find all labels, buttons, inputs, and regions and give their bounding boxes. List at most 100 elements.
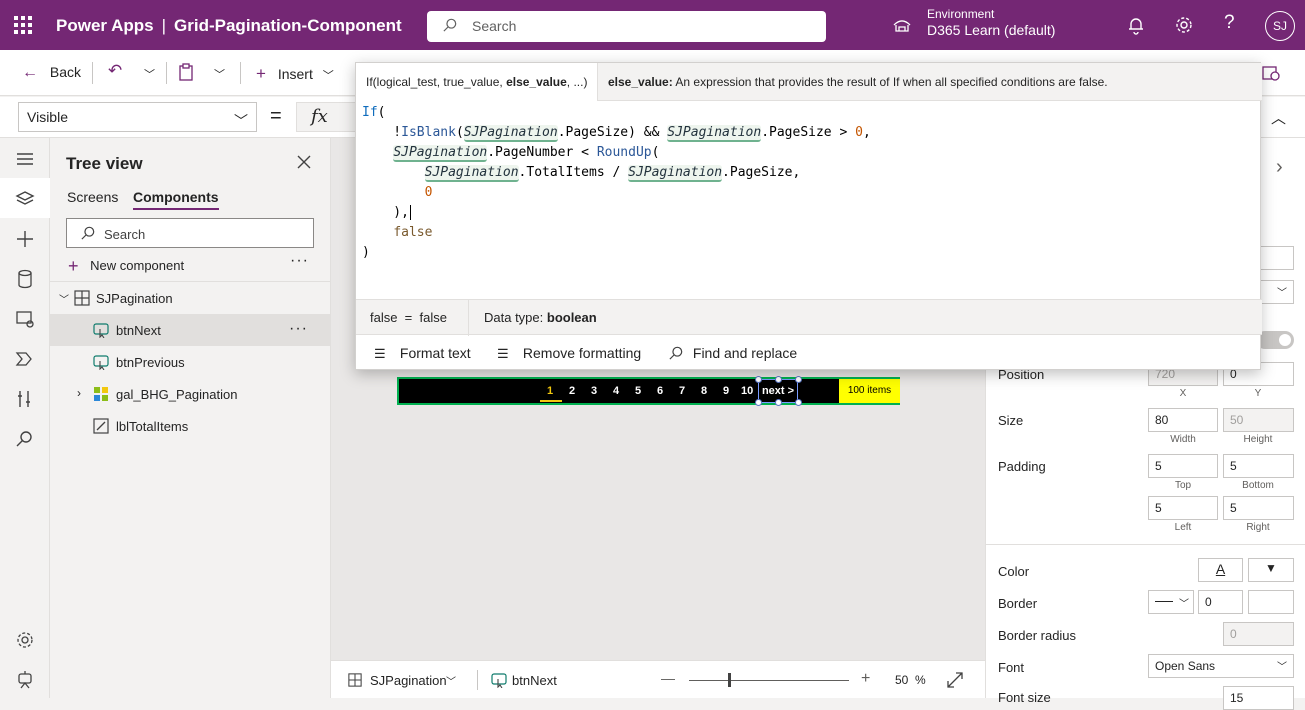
tree-item-btnnext[interactable]: btnNext ···	[50, 314, 331, 346]
text-color-button[interactable]: A	[1198, 558, 1243, 582]
page-number[interactable]: 2	[569, 385, 575, 397]
page-number[interactable]: 3	[591, 385, 597, 397]
function-signature[interactable]: If(logical_test, true_value, else_value,…	[356, 63, 598, 101]
tree-item-gal-bhg-pagination[interactable]: › gal_BHG_Pagination	[50, 378, 331, 410]
tree-search-input[interactable]: Search	[66, 218, 314, 248]
format-lines-icon: ☰	[374, 346, 386, 361]
property-dropdown[interactable]: Visible ﹀	[18, 102, 257, 132]
tree-view-layers-icon[interactable]	[14, 188, 36, 210]
screen-selector[interactable]: SJPagination	[370, 673, 447, 688]
tree-item-lbltotalitems[interactable]: lblTotalItems	[50, 410, 331, 442]
more-options-icon[interactable]: ···	[289, 320, 308, 338]
padding-bottom-input[interactable]: 5	[1223, 454, 1294, 478]
help-icon[interactable]: ?	[1224, 12, 1235, 34]
fill-color-button[interactable]: ▼	[1248, 558, 1294, 582]
border-label: Border	[998, 596, 1038, 611]
resize-handle[interactable]	[775, 399, 782, 406]
border-radius-input[interactable]: 0	[1223, 622, 1294, 646]
formula-code-editor[interactable]: If( !IsBlank(SJPagination.PageSize) && S…	[362, 103, 871, 263]
data-type-label: Data type:	[484, 310, 547, 325]
tree-item-btnprevious[interactable]: btnPrevious	[50, 346, 331, 378]
page-number[interactable]: 9	[723, 385, 729, 397]
border-width-input[interactable]: 0	[1198, 590, 1243, 614]
app-launcher-icon[interactable]	[12, 14, 34, 36]
padding-right-input[interactable]: 5	[1223, 496, 1294, 520]
zoom-in-button[interactable]: +	[861, 670, 870, 688]
zoom-out-button[interactable]: —	[661, 670, 675, 686]
page-number[interactable]: 6	[657, 385, 663, 397]
new-component-button[interactable]: + New component	[68, 256, 184, 277]
chevron-right-icon: ›	[77, 386, 81, 400]
width-input[interactable]: 80	[1148, 408, 1218, 432]
signature-active-param: else_value	[506, 75, 567, 89]
chevron-down-icon[interactable]: ﹀	[446, 673, 456, 688]
tree-search-placeholder: Search	[104, 227, 146, 242]
equals-sign: =	[270, 105, 282, 127]
insert-plus-icon[interactable]	[14, 228, 36, 250]
format-text-button[interactable]: ☰ Format text	[374, 345, 471, 362]
search-icon	[443, 18, 457, 32]
resize-handle[interactable]	[775, 376, 782, 383]
control-selector[interactable]: btnNext	[512, 673, 557, 688]
paste-icon[interactable]	[178, 63, 194, 81]
chevron-right-icon[interactable]: ›	[1276, 156, 1283, 179]
fx-button[interactable]: fx	[296, 102, 356, 132]
avatar[interactable]: SJ	[1265, 11, 1295, 41]
collapse-chevron-up-icon[interactable]: ︿	[1271, 107, 1286, 128]
padding-top-input[interactable]: 5	[1148, 454, 1218, 478]
undo-icon[interactable]: ↶	[108, 61, 122, 81]
zoom-slider-thumb[interactable]	[728, 673, 731, 687]
find-replace-button[interactable]: Find and replace	[669, 345, 797, 361]
tab-screens[interactable]: Screens	[67, 189, 118, 205]
fit-to-window-icon[interactable]	[947, 672, 963, 688]
tab-components[interactable]: Components	[133, 189, 219, 210]
remove-formatting-button[interactable]: ☰ Remove formatting	[497, 345, 641, 362]
app-checker-icon[interactable]	[1262, 64, 1280, 82]
pagination-component[interactable]: 1 2 3 4 5 6 7 8 9 10 next > 100 items	[397, 376, 900, 406]
padding-left-input[interactable]: 5	[1148, 496, 1218, 520]
media-icon[interactable]	[14, 308, 36, 330]
chevron-down-icon[interactable]: ﹀	[144, 66, 155, 82]
signature-text: If(logical_test, true_value,	[366, 75, 507, 89]
environment-icon[interactable]	[893, 17, 911, 33]
environment-label: Environment	[927, 7, 995, 21]
font-size-input[interactable]: 15	[1223, 686, 1294, 710]
settings-gear-icon[interactable]	[1173, 14, 1195, 36]
more-options-icon[interactable]: ···	[290, 252, 309, 270]
signature-help: If(logical_test, true_value, else_value,…	[356, 63, 1262, 101]
hamburger-menu-icon[interactable]	[14, 148, 36, 170]
zoom-slider[interactable]	[689, 680, 849, 681]
search-icon[interactable]	[14, 428, 36, 450]
chevron-down-icon: ﹀	[59, 295, 69, 306]
border-color-button[interactable]	[1248, 590, 1294, 614]
settings-gear-icon[interactable]	[14, 629, 36, 651]
global-search[interactable]: Search	[427, 11, 826, 42]
close-icon[interactable]	[296, 154, 312, 170]
page-number[interactable]: 5	[635, 385, 641, 397]
page-number[interactable]: 1	[547, 385, 553, 397]
tree-item-sjpagination[interactable]: ﹀ SJPagination	[50, 282, 331, 314]
button-control-icon	[93, 355, 109, 370]
environment-name[interactable]: D365 Learn (default)	[927, 22, 1055, 38]
insert-button[interactable]: + Insert ﹀	[256, 64, 334, 84]
page-number[interactable]: 7	[679, 385, 685, 397]
height-input[interactable]: 50	[1223, 408, 1294, 432]
power-automate-icon[interactable]	[14, 348, 36, 370]
border-style-dropdown[interactable]: ﹀	[1148, 590, 1194, 614]
data-type: Data type: boolean	[484, 310, 597, 325]
chevron-down-icon[interactable]: ﹀	[214, 66, 225, 82]
resize-handle[interactable]	[795, 399, 802, 406]
resize-handle[interactable]	[755, 399, 762, 406]
resize-handle[interactable]	[755, 376, 762, 383]
notifications-icon[interactable]	[1125, 14, 1147, 36]
resize-handle[interactable]	[795, 376, 802, 383]
data-cylinder-icon[interactable]	[14, 268, 36, 290]
page-number[interactable]: 8	[701, 385, 707, 397]
status-bar: SJPagination ﹀ btnNext — + 50 %	[331, 660, 985, 698]
page-number[interactable]: 10	[741, 385, 753, 397]
back-button[interactable]: ← Back	[22, 64, 81, 82]
virtual-agent-icon[interactable]	[14, 669, 36, 691]
advanced-tools-icon[interactable]	[14, 388, 36, 410]
font-dropdown[interactable]: Open Sans ﹀	[1148, 654, 1294, 678]
page-number[interactable]: 4	[613, 385, 619, 397]
